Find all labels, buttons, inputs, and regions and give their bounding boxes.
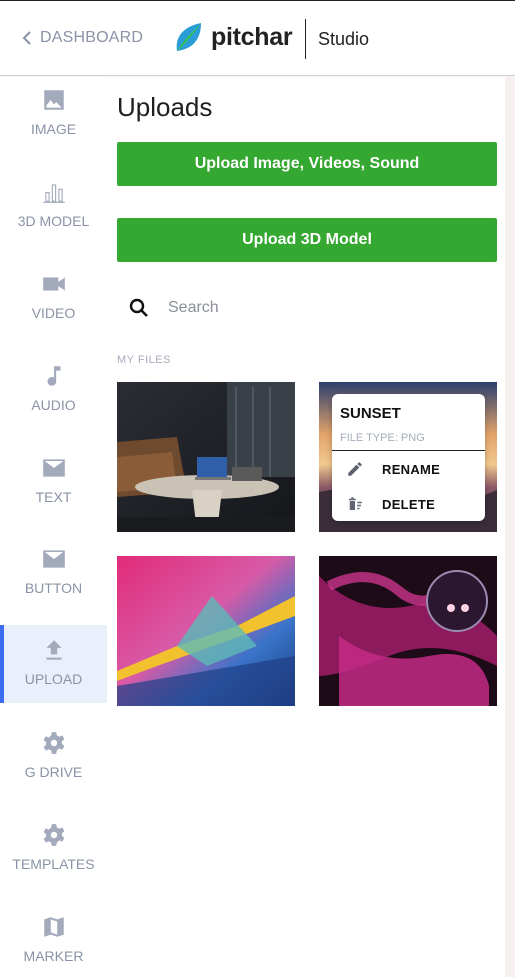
sidebar-item-label: MARKER [23, 948, 84, 964]
envelope-icon [41, 455, 67, 481]
logo-text: pitchar [211, 22, 293, 51]
section-label-my-files: MY FILES [117, 354, 171, 366]
map-icon [41, 914, 67, 940]
sidebar-item-marker[interactable]: MARKER [0, 914, 107, 977]
music-note-icon [41, 363, 67, 389]
logo[interactable]: pitchar [173, 21, 293, 53]
sidebar-item-templates[interactable]: TEMPLATES [0, 822, 107, 900]
leaf-logo-icon [176, 23, 201, 51]
chevron-left-icon [22, 31, 31, 45]
search-input[interactable] [168, 299, 468, 317]
sidebar-item-label: UPLOAD [24, 671, 83, 687]
menu-file-type: FILE TYPE: PNG [340, 432, 425, 444]
image-icon [41, 87, 67, 113]
delete-label: DELETE [382, 496, 436, 512]
sidebar-item-image[interactable]: IMAGE [0, 87, 107, 165]
header-divider [305, 19, 306, 59]
sidebar-item-label: IMAGE [30, 121, 77, 137]
trash-icon [349, 497, 362, 510]
sidebar-item-3d-model[interactable]: 3D MODEL [0, 179, 107, 257]
upload-3d-model-button[interactable]: Upload 3D Model [117, 218, 497, 262]
video-camera-icon [41, 271, 67, 297]
upload-media-button[interactable]: Upload Image, Videos, Sound [117, 142, 497, 186]
sidebar-item-label: TEXT [35, 489, 72, 505]
pencil-icon [348, 462, 362, 476]
bar-chart-icon [41, 179, 67, 205]
back-label: DASHBOARD [40, 29, 144, 46]
product-name: Studio [318, 29, 370, 49]
sidebar-item-label: VIDEO [31, 305, 76, 321]
upload-icon [41, 637, 67, 663]
back-to-dashboard-link[interactable]: DASHBOARD [22, 29, 143, 47]
search-bar [117, 286, 497, 330]
gear-icon [41, 730, 67, 756]
file-thumbnail[interactable] [319, 556, 497, 706]
top-bar: DASHBOARD pitchar Studio [0, 0, 515, 76]
sidebar-item-button[interactable]: BUTTON [0, 546, 107, 624]
sidebar-item-label: AUDIO [31, 397, 76, 413]
sidebar-item-upload[interactable]: UPLOAD [0, 625, 107, 703]
sidebar-item-g-drive[interactable]: G DRIVE [0, 730, 107, 808]
rename-label: RENAME [382, 461, 441, 477]
sidebar-item-label: TEMPLATES [12, 856, 95, 872]
delete-menu-item[interactable]: DELETE [346, 495, 435, 513]
file-thumbnail[interactable] [117, 556, 295, 706]
sidebar-item-label: BUTTON [24, 580, 83, 596]
search-icon[interactable] [127, 296, 151, 320]
gear-icon [41, 822, 67, 848]
envelope-icon [41, 546, 67, 572]
sidebar: IMAGE 3D MODEL VIDEO AUDIO TEXT BUTTON U… [0, 77, 107, 977]
magenta-bubble-image [319, 556, 497, 706]
page-title: Uploads [117, 92, 213, 122]
sidebar-item-text[interactable]: TEXT [0, 455, 107, 533]
scrollbar-track[interactable] [505, 77, 515, 977]
sidebar-item-audio[interactable]: AUDIO [0, 363, 107, 441]
file-thumbnail[interactable] [117, 382, 295, 532]
menu-file-name: SUNSET [340, 405, 401, 422]
sidebar-item-video[interactable]: VIDEO [0, 271, 107, 349]
sidebar-item-label: 3D MODEL [17, 213, 90, 229]
abstract-paint-image [117, 556, 295, 706]
menu-divider [332, 450, 485, 451]
sidebar-item-label: G DRIVE [24, 764, 83, 780]
rename-menu-item[interactable]: RENAME [346, 460, 440, 478]
living-room-image [117, 382, 295, 532]
file-context-menu: SUNSET FILE TYPE: PNG RENAME DELETE [332, 394, 485, 521]
